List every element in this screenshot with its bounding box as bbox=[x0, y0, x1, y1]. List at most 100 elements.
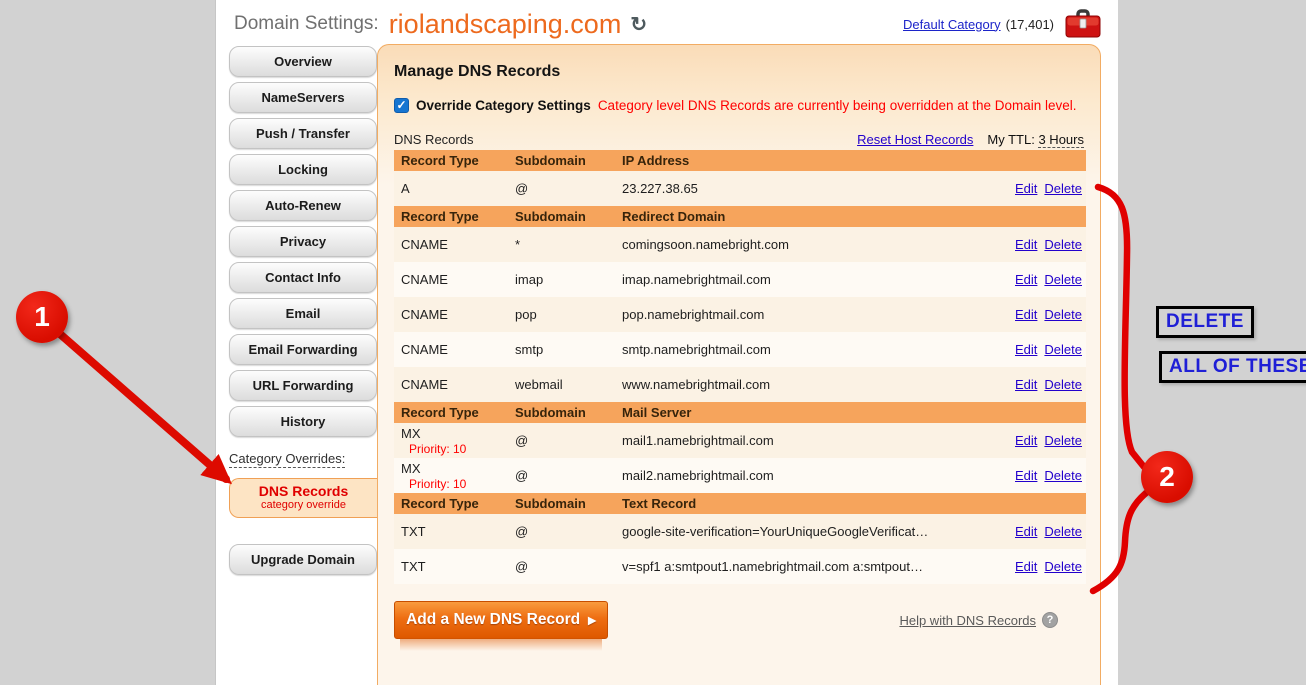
row-actions: Edit Delete bbox=[1004, 559, 1086, 574]
column-header: Record Type bbox=[394, 405, 508, 420]
table-row: TXT@v=spf1 a:smtpout1.namebrightmail.com… bbox=[394, 549, 1086, 584]
delete-link[interactable]: Delete bbox=[1044, 307, 1082, 322]
edit-link[interactable]: Edit bbox=[1015, 468, 1037, 483]
sidebar-item-url-forwarding[interactable]: URL Forwarding bbox=[229, 370, 377, 401]
table-row: MXPriority: 10@mail1.namebrightmail.comE… bbox=[394, 423, 1086, 458]
default-category-count: (17,401) bbox=[1006, 17, 1054, 32]
sidebar-item-email-forwarding[interactable]: Email Forwarding bbox=[229, 334, 377, 365]
record-type-cell: CNAME bbox=[394, 377, 508, 392]
step-2-badge: 2 bbox=[1141, 451, 1193, 503]
row-actions: Edit Delete bbox=[1004, 181, 1086, 196]
subdomain-cell: @ bbox=[508, 524, 615, 539]
column-header: Record Type bbox=[394, 496, 508, 511]
ttl-value[interactable]: 3 Hours bbox=[1038, 132, 1084, 148]
sidebar-item-locking[interactable]: Locking bbox=[229, 154, 377, 185]
toolbox-icon[interactable] bbox=[1064, 9, 1102, 39]
sidebar-item-privacy[interactable]: Privacy bbox=[229, 226, 377, 257]
domain-settings-label: Domain Settings: bbox=[234, 13, 379, 35]
column-header: Redirect Domain bbox=[615, 209, 1004, 224]
arrow-step1 bbox=[60, 334, 226, 479]
sidebar-item-push-transfer[interactable]: Push / Transfer bbox=[229, 118, 377, 149]
record-type-cell: CNAME bbox=[394, 272, 508, 287]
sidebar-item-overview[interactable]: Overview bbox=[229, 46, 377, 77]
row-actions: Edit Delete bbox=[1004, 433, 1086, 448]
edit-link[interactable]: Edit bbox=[1015, 559, 1037, 574]
page-background: Domain Settings: riolandscaping.com ↻ De… bbox=[215, 0, 1118, 685]
delete-link[interactable]: Delete bbox=[1044, 272, 1082, 287]
delete-link[interactable]: Delete bbox=[1044, 468, 1082, 483]
delete-link[interactable]: Delete bbox=[1044, 559, 1082, 574]
delete-link[interactable]: Delete bbox=[1044, 377, 1082, 392]
help-dns-records-link[interactable]: Help with DNS Records bbox=[899, 613, 1036, 628]
table-section-header: Record TypeSubdomainIP Address bbox=[394, 150, 1086, 171]
delete-link[interactable]: Delete bbox=[1044, 524, 1082, 539]
column-header: Subdomain bbox=[508, 209, 615, 224]
table-row: CNAMEwebmailwww.namebrightmail.comEditDe… bbox=[394, 367, 1086, 402]
upgrade-domain-button[interactable]: Upgrade Domain bbox=[229, 544, 377, 575]
bottom-row: Add a New DNS Record ▸ Help with DNS Rec… bbox=[394, 601, 1084, 639]
ttl-label: My TTL: bbox=[987, 132, 1034, 147]
delete-link[interactable]: Delete bbox=[1044, 342, 1082, 357]
sidebar-item-auto-renew[interactable]: Auto-Renew bbox=[229, 190, 377, 221]
edit-link[interactable]: Edit bbox=[1015, 524, 1037, 539]
delete-link[interactable]: Delete bbox=[1044, 181, 1082, 196]
sidebar-item-email[interactable]: Email bbox=[229, 298, 377, 329]
sidebar-item-contact-info[interactable]: Contact Info bbox=[229, 262, 377, 293]
screen: Domain Settings: riolandscaping.com ↻ De… bbox=[0, 0, 1306, 685]
edit-link[interactable]: Edit bbox=[1015, 377, 1037, 392]
record-type-cell: CNAME bbox=[394, 237, 508, 252]
row-actions: Edit Delete bbox=[1004, 524, 1086, 539]
all-of-these-annotation-label: ALL OF THESE bbox=[1159, 351, 1306, 383]
override-warning-text: Category level DNS Records are currently… bbox=[598, 98, 1077, 113]
sidebar: Category Overrides: DNS Records category… bbox=[229, 46, 377, 575]
record-type-cell: MXPriority: 10 bbox=[394, 461, 508, 491]
edit-link[interactable]: Edit bbox=[1015, 307, 1037, 322]
column-header: Subdomain bbox=[508, 496, 615, 511]
edit-link[interactable]: Edit bbox=[1015, 433, 1037, 448]
add-dns-record-button[interactable]: Add a New DNS Record ▸ bbox=[394, 601, 608, 639]
column-header: Record Type bbox=[394, 153, 508, 168]
column-header: IP Address bbox=[615, 153, 1004, 168]
delete-link[interactable]: Delete bbox=[1044, 433, 1082, 448]
record-value-cell: v=spf1 a:smtpout1.namebrightmail.com a:s… bbox=[615, 559, 1004, 574]
override-checkbox-label: Override Category Settings bbox=[416, 98, 591, 113]
sidebar-item-nameservers[interactable]: NameServers bbox=[229, 82, 377, 113]
refresh-icon[interactable]: ↻ bbox=[630, 12, 647, 37]
override-category-checkbox[interactable]: ✓ bbox=[394, 98, 409, 113]
panel-title: Manage DNS Records bbox=[394, 63, 1084, 81]
edit-link[interactable]: Edit bbox=[1015, 342, 1037, 357]
record-type-cell: TXT bbox=[394, 524, 508, 539]
add-dns-record-label: Add a New DNS Record bbox=[406, 611, 580, 629]
subdomain-cell: pop bbox=[508, 307, 615, 322]
subdomain-cell: smtp bbox=[508, 342, 615, 357]
dns-records-label: DNS Records bbox=[394, 132, 473, 147]
record-value-cell: pop.namebrightmail.com bbox=[615, 307, 1004, 322]
table-row: MXPriority: 10@mail2.namebrightmail.comE… bbox=[394, 458, 1086, 493]
dns-records-override-title: DNS Records bbox=[232, 483, 375, 499]
table-row: A@23.227.38.65EditDelete bbox=[394, 171, 1086, 206]
row-actions: Edit Delete bbox=[1004, 342, 1086, 357]
column-header: Text Record bbox=[615, 496, 1004, 511]
reset-host-records-link[interactable]: Reset Host Records bbox=[857, 132, 973, 147]
sidebar-item-dns-records-override[interactable]: DNS Records category override bbox=[229, 478, 377, 518]
domain-name: riolandscaping.com bbox=[389, 9, 622, 40]
subdomain-cell: @ bbox=[508, 559, 615, 574]
sidebar-item-history[interactable]: History bbox=[229, 406, 377, 437]
edit-link[interactable]: Edit bbox=[1015, 237, 1037, 252]
help-question-icon[interactable]: ? bbox=[1042, 612, 1058, 628]
table-section-header: Record TypeSubdomainRedirect Domain bbox=[394, 206, 1086, 227]
record-type-cell: TXT bbox=[394, 559, 508, 574]
subdomain-cell: * bbox=[508, 237, 615, 252]
step-1-badge: 1 bbox=[16, 291, 68, 343]
row-actions: Edit Delete bbox=[1004, 237, 1086, 252]
table-row: TXT@google-site-verification=YourUniqueG… bbox=[394, 514, 1086, 549]
default-category-link[interactable]: Default Category bbox=[903, 17, 1001, 32]
delete-annotation-label: DELETE bbox=[1156, 306, 1254, 338]
override-settings-row: ✓ Override Category Settings Category le… bbox=[394, 98, 1084, 113]
table-row: CNAMEimapimap.namebrightmail.comEditDele… bbox=[394, 262, 1086, 297]
row-actions: Edit Delete bbox=[1004, 377, 1086, 392]
delete-link[interactable]: Delete bbox=[1044, 237, 1082, 252]
edit-link[interactable]: Edit bbox=[1015, 181, 1037, 196]
record-value-cell: 23.227.38.65 bbox=[615, 181, 1004, 196]
edit-link[interactable]: Edit bbox=[1015, 272, 1037, 287]
